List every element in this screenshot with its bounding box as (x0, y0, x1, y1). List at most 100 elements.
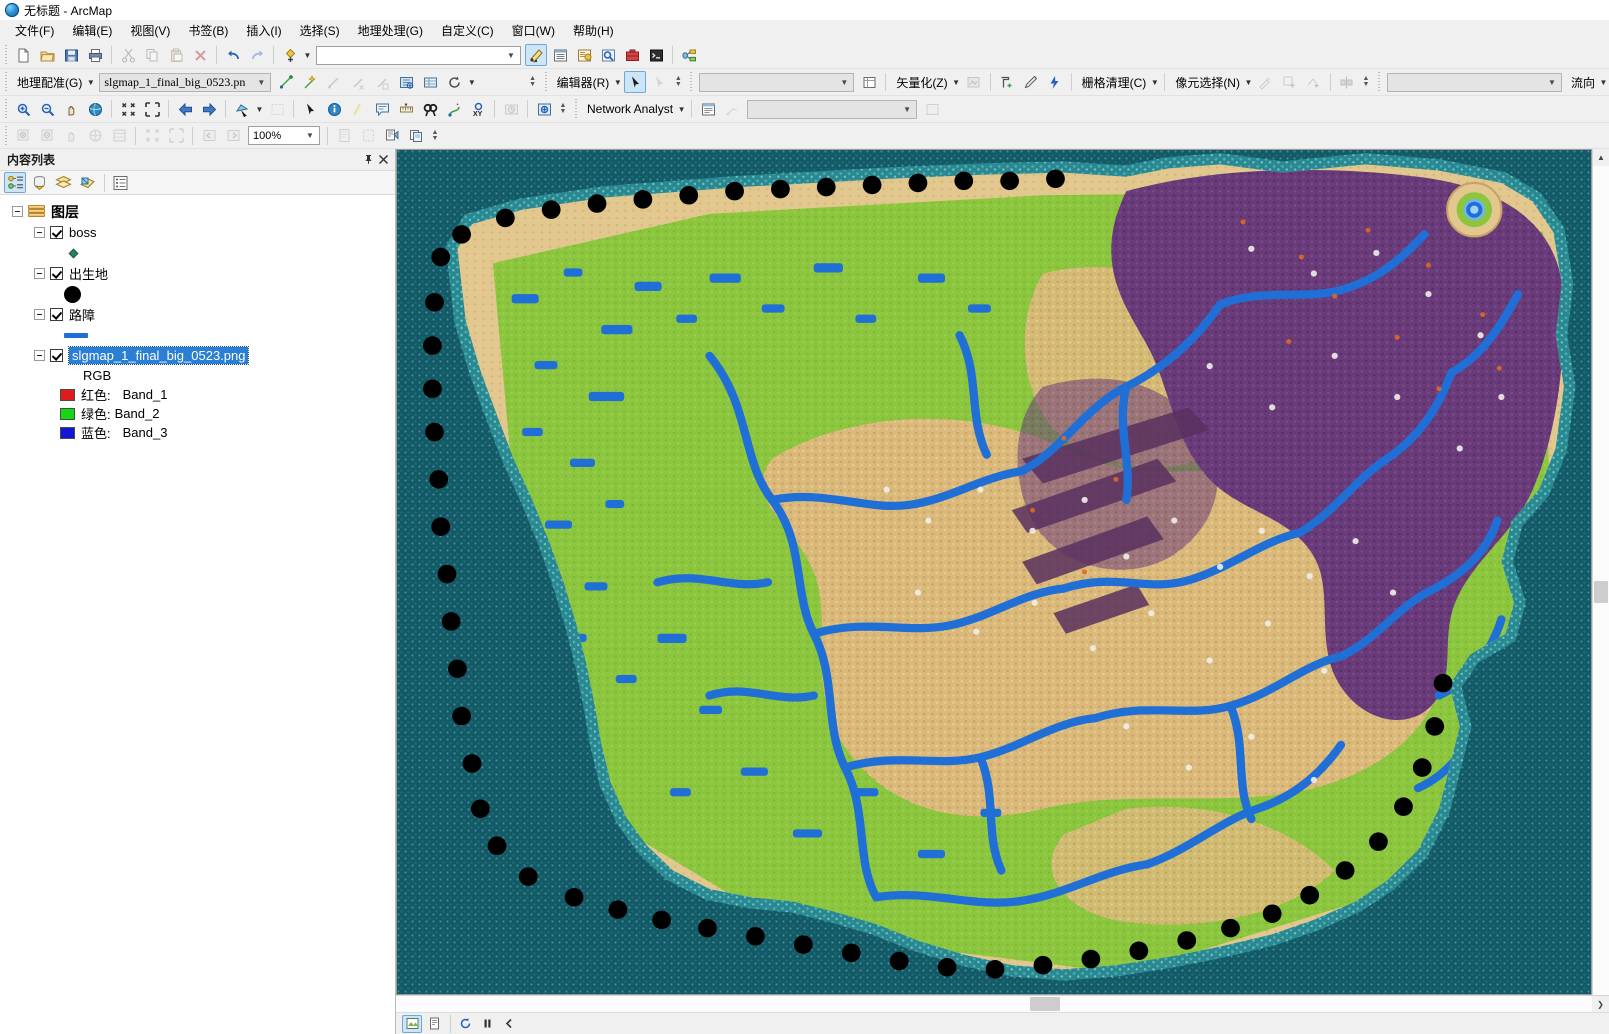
vectorize-menu[interactable]: 矢量化(Z) (890, 72, 950, 93)
toolbar-overflow[interactable]: ▲ ▼ (430, 125, 440, 147)
print-icon[interactable] (84, 44, 106, 66)
network-analyst-window-icon[interactable] (697, 98, 719, 120)
rotate-icon[interactable] (443, 71, 465, 93)
modelbuilder-icon[interactable] (678, 44, 700, 66)
toolbar-grip[interactable] (1375, 72, 1382, 92)
flow-combo[interactable]: ▼ (1386, 72, 1562, 92)
attribute-table-icon[interactable] (858, 71, 880, 93)
editor-dropdown-icon[interactable]: ▼ (612, 71, 623, 93)
expand-collapse-icon[interactable] (12, 206, 23, 217)
pan-icon[interactable] (60, 98, 82, 120)
identify-icon[interactable] (323, 98, 345, 120)
magic-wand-icon[interactable] (1255, 71, 1277, 93)
layer-item-spawn[interactable]: 出生地 (8, 263, 395, 284)
html-popup-icon[interactable] (371, 98, 393, 120)
menu-geoprocessing[interactable]: 地理处理(G) (349, 21, 432, 41)
go-forward-extent-icon[interactable] (222, 125, 244, 147)
find-icon[interactable] (419, 98, 441, 120)
editor-menu[interactable]: 编辑器(R) (551, 72, 613, 93)
scroll-right-button[interactable]: ❯ (1592, 996, 1609, 1013)
network-combo[interactable]: ▼ (747, 99, 918, 119)
data-view-button[interactable] (402, 1014, 422, 1033)
toolbar-grip[interactable] (3, 72, 9, 92)
zoom-whole-page-icon[interactable] (84, 125, 106, 147)
create-viewer-window-icon[interactable] (533, 98, 555, 120)
zoom-to-page-width-icon[interactable] (108, 125, 130, 147)
redo-icon[interactable] (246, 44, 268, 66)
layout-pan-icon[interactable] (60, 125, 82, 147)
menu-insert[interactable]: 插入(I) (237, 21, 290, 41)
map-vertical-scrollbar[interactable]: ▲ (1592, 149, 1609, 995)
search-icon[interactable] (597, 44, 619, 66)
change-layout-icon[interactable] (381, 125, 403, 147)
chevron-down-icon[interactable]: ▼ (837, 78, 851, 87)
select-link-icon[interactable] (371, 71, 393, 93)
pixel-select-menu[interactable]: 像元选择(N) (1169, 72, 1243, 93)
menu-view[interactable]: 视图(V) (121, 21, 179, 41)
horizontal-scroll-track[interactable] (396, 996, 1592, 1012)
menu-file[interactable]: 文件(F) (6, 21, 63, 41)
chevron-down-icon[interactable]: ▼ (900, 105, 914, 114)
focus-data-frame-icon[interactable] (357, 125, 379, 147)
standard-combo[interactable]: ▼ (316, 45, 521, 65)
pixel-select-dropdown-icon[interactable]: ▼ (1243, 71, 1254, 93)
select-features-icon[interactable] (231, 98, 253, 120)
vectorize-dropdown-icon[interactable]: ▼ (951, 71, 962, 93)
layout-view-button[interactable] (424, 1015, 444, 1033)
toolbar-overflow[interactable]: ▲ ▼ (673, 71, 683, 93)
menu-bookmarks[interactable]: 书签(B) (179, 21, 237, 41)
layer-item-barrier[interactable]: 路障 (8, 304, 395, 325)
network-analyst-menu[interactable]: Network Analyst (581, 100, 676, 118)
save-icon[interactable] (60, 44, 82, 66)
georeferencing-layer-combo[interactable]: slgmap_1_final_big_0523.pn ▼ (99, 72, 272, 92)
menu-help[interactable]: 帮助(H) (564, 21, 623, 41)
add-selection-icon[interactable] (1279, 71, 1301, 93)
pin-icon[interactable] (361, 152, 376, 167)
chevron-down-icon[interactable]: ▼ (303, 131, 317, 140)
go-back-extent-icon[interactable] (198, 125, 220, 147)
fixed-zoom-out-icon[interactable] (141, 98, 163, 120)
horizontal-scroll-thumb[interactable] (1029, 997, 1060, 1011)
toolbar-grip[interactable] (688, 72, 695, 92)
raster-snapping-icon[interactable] (996, 71, 1018, 93)
chevron-down-icon[interactable]: ▼ (1545, 78, 1559, 87)
network-identify-icon[interactable] (721, 98, 743, 120)
zoom-to-100-icon[interactable] (141, 125, 163, 147)
toc-options-button[interactable] (109, 172, 131, 193)
expand-collapse-icon[interactable] (34, 350, 45, 361)
arctoolbox-icon[interactable] (621, 44, 643, 66)
menu-edit[interactable]: 编辑(E) (63, 21, 121, 41)
layer-visibility-checkbox[interactable] (50, 267, 63, 280)
paste-icon[interactable] (165, 44, 187, 66)
catalog-icon[interactable] (573, 44, 595, 66)
menu-selection[interactable]: 选择(S) (291, 21, 349, 41)
map-view[interactable] (396, 149, 1592, 995)
delete-icon[interactable] (189, 44, 211, 66)
layer-visibility-checkbox[interactable] (50, 349, 63, 362)
open-icon[interactable] (36, 44, 58, 66)
data-driven-pages-icon[interactable] (405, 125, 427, 147)
vectorize-settings-icon[interactable] (963, 71, 985, 93)
layer-visibility-checkbox[interactable] (50, 308, 63, 321)
add-region-icon[interactable] (1303, 71, 1325, 93)
cut-icon[interactable] (117, 44, 139, 66)
flow-dropdown-icon[interactable]: ▼ (1598, 71, 1609, 93)
list-by-drawing-order-button[interactable] (4, 172, 26, 193)
expand-collapse-icon[interactable] (34, 309, 45, 320)
delete-link-icon[interactable] (347, 71, 369, 93)
pause-drawing-button[interactable] (477, 1015, 497, 1033)
toolbar-overflow[interactable]: ▲ ▼ (528, 71, 538, 93)
add-control-points-icon[interactable] (275, 71, 297, 93)
lightning-icon[interactable] (1044, 71, 1066, 93)
fixed-zoom-in-icon[interactable] (117, 98, 139, 120)
flip-icon[interactable] (1336, 71, 1358, 93)
rotate-dropdown-icon[interactable]: ▼ (466, 71, 477, 93)
time-slider-icon[interactable] (500, 98, 522, 120)
toolbar-grip[interactable] (3, 99, 9, 119)
zoom-to-selected-icon[interactable] (165, 125, 187, 147)
add-data-dropdown[interactable]: ▼ (302, 44, 313, 66)
edit-annotation-icon[interactable] (648, 71, 670, 93)
menu-window[interactable]: 窗口(W) (503, 21, 564, 41)
auto-register-icon[interactable] (299, 71, 321, 93)
hyperlink-icon[interactable] (347, 98, 369, 120)
